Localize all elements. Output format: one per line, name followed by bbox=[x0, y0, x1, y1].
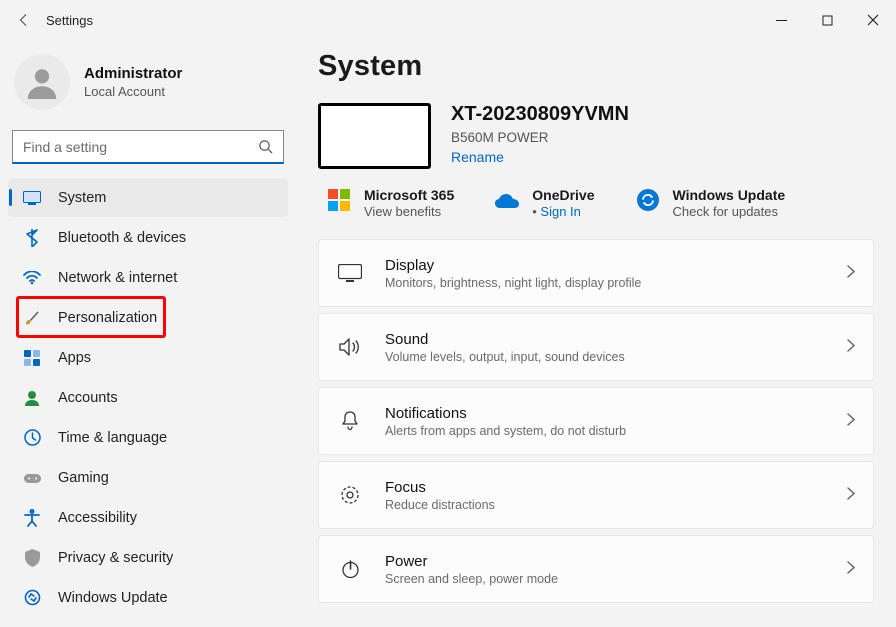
bluetooth-icon bbox=[22, 228, 42, 248]
card-sound[interactable]: Sound Volume levels, output, input, soun… bbox=[318, 313, 874, 381]
search-icon bbox=[258, 139, 273, 154]
card-notifications[interactable]: Notifications Alerts from apps and syste… bbox=[318, 387, 874, 455]
apps-icon bbox=[22, 348, 42, 368]
sidebar-item-system[interactable]: System bbox=[8, 178, 288, 217]
minimize-button[interactable] bbox=[758, 0, 804, 40]
service-title: Windows Update bbox=[673, 187, 786, 203]
sidebar-item-label: Accessibility bbox=[58, 510, 137, 526]
page-title: System bbox=[318, 50, 874, 83]
card-sub: Reduce distractions bbox=[385, 498, 495, 512]
sidebar-item-apps[interactable]: Apps bbox=[8, 338, 288, 377]
card-title: Power bbox=[385, 553, 558, 570]
service-update[interactable]: Windows Update Check for updates bbox=[635, 187, 786, 219]
card-sub: Volume levels, output, input, sound devi… bbox=[385, 350, 625, 364]
service-m365[interactable]: Microsoft 365 View benefits bbox=[326, 187, 454, 219]
maximize-button[interactable] bbox=[804, 0, 850, 40]
service-title: Microsoft 365 bbox=[364, 187, 454, 203]
sound-icon bbox=[337, 334, 363, 360]
sidebar-item-label: Gaming bbox=[58, 470, 109, 486]
window-controls bbox=[758, 0, 896, 40]
service-title: OneDrive bbox=[532, 187, 594, 203]
settings-cards: Display Monitors, brightness, night ligh… bbox=[318, 239, 874, 603]
chevron-right-icon bbox=[847, 413, 855, 429]
window-title: Settings bbox=[46, 13, 93, 28]
chevron-right-icon bbox=[847, 487, 855, 503]
user-subtitle: Local Account bbox=[84, 84, 182, 99]
wifi-icon bbox=[22, 268, 42, 288]
device-name: XT-20230809YVMN bbox=[451, 103, 629, 126]
accounts-icon bbox=[22, 388, 42, 408]
m365-icon bbox=[326, 187, 352, 213]
power-icon bbox=[337, 556, 363, 582]
sidebar-item-time[interactable]: Time & language bbox=[8, 418, 288, 457]
sidebar-item-label: System bbox=[58, 190, 106, 206]
card-sub: Alerts from apps and system, do not dist… bbox=[385, 424, 626, 438]
sidebar-item-label: Bluetooth & devices bbox=[58, 230, 186, 246]
paintbrush-icon bbox=[22, 308, 42, 328]
sidebar-item-accessibility[interactable]: Accessibility bbox=[8, 498, 288, 537]
main-content: System XT-20230809YVMN B560M POWER Renam… bbox=[296, 40, 896, 627]
sidebar-item-privacy[interactable]: Privacy & security bbox=[8, 538, 288, 577]
onedrive-icon bbox=[494, 187, 520, 213]
accessibility-icon bbox=[22, 508, 42, 528]
nav: System Bluetooth & devices Network & int… bbox=[8, 178, 288, 617]
titlebar: Settings bbox=[0, 0, 896, 40]
chevron-right-icon bbox=[847, 265, 855, 281]
sidebar-item-network[interactable]: Network & internet bbox=[8, 258, 288, 297]
card-display[interactable]: Display Monitors, brightness, night ligh… bbox=[318, 239, 874, 307]
focus-icon bbox=[337, 482, 363, 508]
service-sub: View benefits bbox=[364, 204, 454, 219]
card-title: Sound bbox=[385, 331, 625, 348]
sidebar-item-label: Network & internet bbox=[58, 270, 177, 286]
services-row: Microsoft 365 View benefits OneDrive Sig… bbox=[318, 187, 874, 219]
device-info: XT-20230809YVMN B560M POWER Rename bbox=[318, 103, 874, 169]
sidebar-item-gaming[interactable]: Gaming bbox=[8, 458, 288, 497]
windows-update-icon bbox=[635, 187, 661, 213]
user-profile[interactable]: Administrator Local Account bbox=[8, 48, 288, 126]
gaming-icon bbox=[22, 468, 42, 488]
avatar bbox=[14, 54, 70, 110]
service-onedrive[interactable]: OneDrive Sign In bbox=[494, 187, 594, 219]
rename-link[interactable]: Rename bbox=[451, 149, 629, 165]
close-button[interactable] bbox=[850, 0, 896, 40]
sidebar-item-label: Apps bbox=[58, 350, 91, 366]
sidebar-item-accounts[interactable]: Accounts bbox=[8, 378, 288, 417]
device-model: B560M POWER bbox=[451, 130, 629, 145]
card-sub: Screen and sleep, power mode bbox=[385, 572, 558, 586]
clock-icon bbox=[22, 428, 42, 448]
back-button[interactable] bbox=[14, 10, 34, 30]
update-icon bbox=[22, 588, 42, 608]
display-icon bbox=[337, 260, 363, 286]
sidebar-item-bluetooth[interactable]: Bluetooth & devices bbox=[8, 218, 288, 257]
shield-icon bbox=[22, 548, 42, 568]
sidebar-item-update[interactable]: Windows Update bbox=[8, 578, 288, 617]
search-input[interactable] bbox=[23, 139, 258, 155]
sidebar-item-label: Windows Update bbox=[58, 590, 168, 606]
chevron-right-icon bbox=[847, 339, 855, 355]
card-title: Focus bbox=[385, 479, 495, 496]
sidebar-item-personalization[interactable]: Personalization bbox=[8, 298, 288, 337]
card-power[interactable]: Power Screen and sleep, power mode bbox=[318, 535, 874, 603]
card-sub: Monitors, brightness, night light, displ… bbox=[385, 276, 641, 290]
sidebar: Administrator Local Account System Bluet… bbox=[0, 40, 296, 627]
card-title: Notifications bbox=[385, 405, 626, 422]
chevron-right-icon bbox=[847, 561, 855, 577]
bell-icon bbox=[337, 408, 363, 434]
sidebar-item-label: Privacy & security bbox=[58, 550, 173, 566]
service-link[interactable]: Sign In bbox=[532, 204, 594, 219]
search-box[interactable] bbox=[12, 130, 284, 164]
user-name: Administrator bbox=[84, 65, 182, 82]
sidebar-item-label: Time & language bbox=[58, 430, 167, 446]
device-thumbnail bbox=[318, 103, 431, 169]
card-title: Display bbox=[385, 257, 641, 274]
service-sub: Check for updates bbox=[673, 204, 786, 219]
system-icon bbox=[22, 188, 42, 208]
sidebar-item-label: Accounts bbox=[58, 390, 118, 406]
card-focus[interactable]: Focus Reduce distractions bbox=[318, 461, 874, 529]
sidebar-item-label: Personalization bbox=[58, 310, 157, 326]
